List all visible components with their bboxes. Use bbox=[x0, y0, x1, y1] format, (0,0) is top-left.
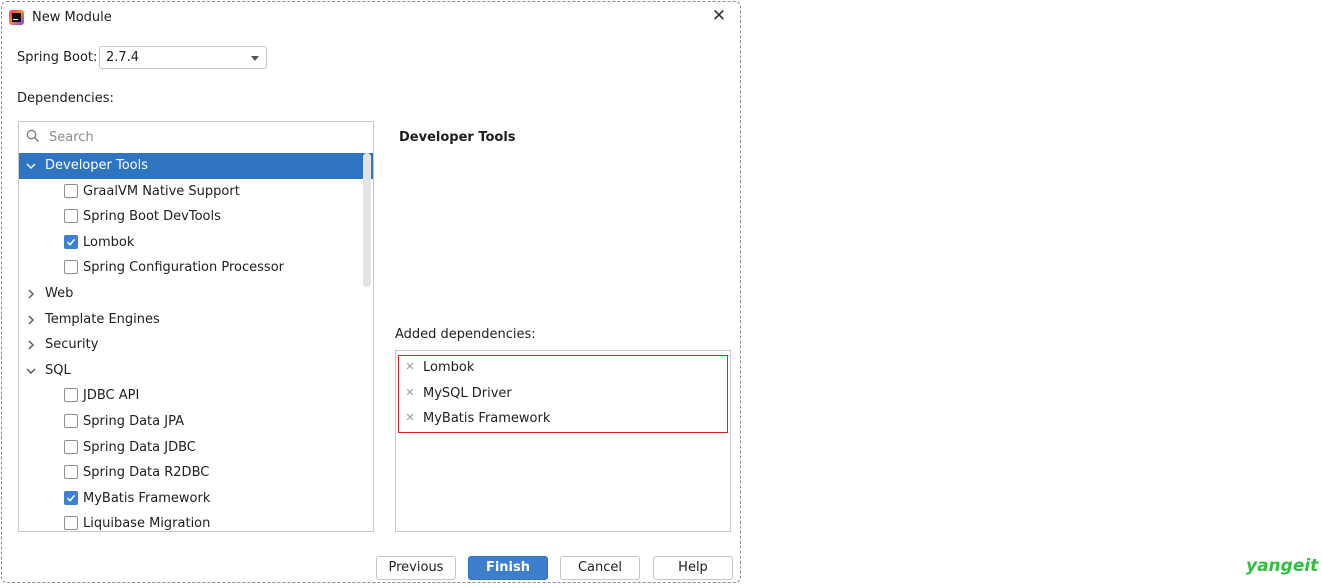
tree-row-label: Security bbox=[45, 337, 99, 353]
cancel-button[interactable]: Cancel bbox=[560, 556, 640, 580]
search-bar bbox=[19, 122, 373, 152]
tree-row-label: Spring Configuration Processor bbox=[83, 260, 284, 276]
dependency-row[interactable]: Spring Data JDBC bbox=[19, 435, 373, 461]
checkbox[interactable] bbox=[64, 388, 78, 403]
chevron-right-icon[interactable] bbox=[25, 314, 37, 326]
dependency-row[interactable]: Spring Data R2DBC bbox=[19, 460, 373, 486]
checkbox[interactable] bbox=[64, 465, 78, 480]
intellij-app-icon bbox=[9, 10, 24, 25]
tree-row-label: MyBatis Framework bbox=[83, 490, 211, 506]
checkbox-checked[interactable] bbox=[64, 490, 78, 505]
tree-category-row[interactable]: Security bbox=[19, 332, 373, 358]
tree-category-row[interactable]: Template Engines bbox=[19, 307, 373, 333]
tree-row-label: SQL bbox=[45, 362, 71, 378]
spring-boot-version-select[interactable]: 2.7.4 bbox=[99, 46, 267, 69]
finish-button[interactable]: Finish bbox=[468, 556, 548, 580]
chevron-right-icon[interactable] bbox=[25, 288, 37, 300]
dependency-row[interactable]: Lombok bbox=[19, 230, 373, 256]
spring-boot-label: Spring Boot: bbox=[17, 50, 98, 65]
highlight-box bbox=[398, 355, 728, 433]
tree-category-row[interactable]: SQL bbox=[19, 358, 373, 384]
tree-row-label: Developer Tools bbox=[45, 158, 149, 173]
spring-boot-version-value: 2.7.4 bbox=[106, 50, 140, 65]
tree-category-row[interactable]: Web bbox=[19, 281, 373, 307]
checkbox[interactable] bbox=[64, 209, 78, 224]
tree-row-label: Spring Data JPA bbox=[83, 413, 184, 429]
tree-row-label: Liquibase Migration bbox=[83, 516, 211, 532]
search-input[interactable] bbox=[49, 127, 349, 147]
checkbox[interactable] bbox=[64, 183, 78, 198]
help-button[interactable]: Help bbox=[653, 556, 733, 580]
dependency-tree: Developer Tools GraalVM Native Support Spr… bbox=[18, 121, 374, 532]
chevron-down-icon bbox=[251, 56, 259, 61]
dependency-row[interactable]: Spring Data JPA bbox=[19, 409, 373, 435]
checkbox[interactable] bbox=[64, 439, 78, 454]
added-dependencies-label: Added dependencies: bbox=[395, 327, 536, 342]
chevron-down-icon[interactable] bbox=[25, 160, 37, 172]
detail-title: Developer Tools bbox=[399, 130, 516, 145]
dependency-row[interactable]: Liquibase Migration bbox=[19, 511, 373, 532]
tree-row-label: Spring Data R2DBC bbox=[83, 465, 210, 481]
search-icon bbox=[26, 129, 39, 142]
tree-row-label: Spring Data JDBC bbox=[83, 439, 196, 455]
tree-rows: Developer Tools GraalVM Native Support Spr… bbox=[19, 153, 373, 532]
tree-row-label: GraalVM Native Support bbox=[83, 183, 240, 199]
close-icon[interactable]: ✕ bbox=[708, 5, 730, 27]
title-bar: New Module ✕ bbox=[2, 2, 740, 34]
tree-row-label: Spring Boot DevTools bbox=[83, 209, 221, 225]
checkbox[interactable] bbox=[64, 413, 78, 428]
tree-row-label: JDBC API bbox=[83, 388, 140, 404]
tree-scrollbar[interactable] bbox=[363, 153, 371, 287]
dependencies-label: Dependencies: bbox=[17, 91, 114, 106]
tree-category-row[interactable]: Developer Tools bbox=[19, 153, 373, 179]
dependency-row[interactable]: JDBC API bbox=[19, 383, 373, 409]
check-icon bbox=[66, 494, 76, 502]
check-icon bbox=[66, 238, 76, 246]
dependency-row[interactable]: MyBatis Framework bbox=[19, 486, 373, 512]
tree-row-label: Template Engines bbox=[45, 311, 160, 327]
dependency-row[interactable]: Spring Configuration Processor bbox=[19, 255, 373, 281]
tree-row-label: Web bbox=[45, 285, 74, 301]
checkbox-checked[interactable] bbox=[64, 234, 78, 249]
window-title: New Module bbox=[32, 10, 112, 25]
dependency-row[interactable]: Spring Boot DevTools bbox=[19, 204, 373, 230]
previous-button[interactable]: Previous bbox=[376, 556, 456, 580]
chevron-right-icon[interactable] bbox=[25, 339, 37, 351]
tree-row-label: Lombok bbox=[83, 234, 135, 250]
dependency-row[interactable]: GraalVM Native Support bbox=[19, 179, 373, 205]
chevron-down-icon[interactable] bbox=[25, 365, 37, 377]
new-module-dialog: New Module ✕ Spring Boot: 2.7.4 Dependen… bbox=[1, 1, 741, 583]
checkbox[interactable] bbox=[64, 260, 78, 275]
checkbox[interactable] bbox=[64, 516, 78, 531]
watermark-logo: yangeit bbox=[1246, 556, 1319, 576]
